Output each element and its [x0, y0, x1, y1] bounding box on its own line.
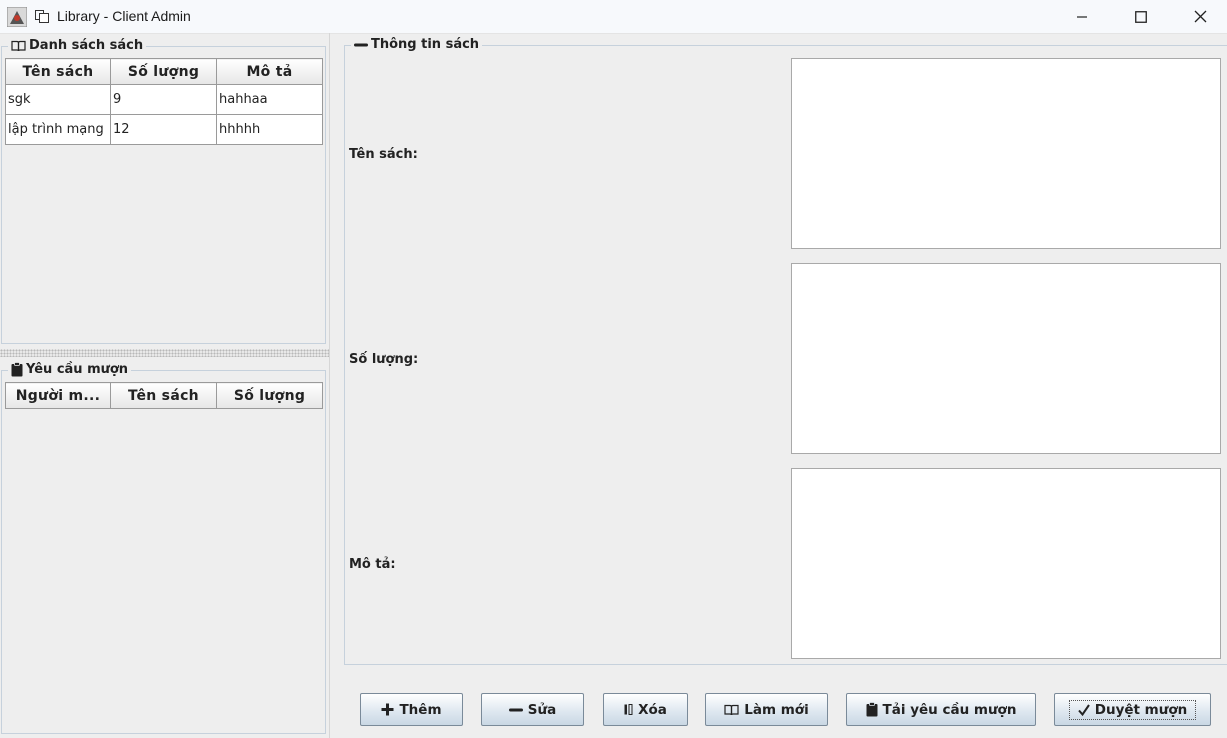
- column-header-so-luong[interactable]: Số lượng: [110, 58, 217, 85]
- minimize-button[interactable]: [1059, 0, 1105, 33]
- close-icon: [1194, 10, 1206, 23]
- requests-table-header: Người m... Tên sách Số lượng: [5, 382, 323, 409]
- delete-button[interactable]: Xóa: [603, 693, 688, 726]
- description-field[interactable]: [791, 468, 1221, 659]
- book-info-group-legend: Thông tin sách: [351, 37, 483, 52]
- table-cell[interactable]: hhhhh: [216, 114, 323, 145]
- refresh-button[interactable]: Làm mới: [705, 693, 828, 726]
- add-button[interactable]: Thêm: [360, 693, 463, 726]
- minus-icon: [508, 707, 523, 713]
- table-cell[interactable]: 9: [110, 84, 217, 115]
- books-group-legend: Danh sách sách: [8, 38, 147, 53]
- column-header-ten-sach[interactable]: Tên sách: [110, 382, 217, 409]
- approve-button-label: Duyệt mượn: [1094, 701, 1188, 718]
- requests-group: Yêu cầu mượn Người m... Tên sách Số lượn…: [1, 362, 326, 734]
- column-header-nguoi-muon[interactable]: Người m...: [5, 382, 111, 409]
- book-info-group-title: Thông tin sách: [371, 37, 480, 52]
- books-group-title: Danh sách sách: [29, 38, 144, 53]
- trash-icon: [624, 704, 633, 715]
- table-row[interactable]: sgk 9 hahhaa: [5, 84, 323, 115]
- edit-button-label: Sửa: [527, 701, 557, 718]
- book-icon: [724, 704, 739, 716]
- column-header-ten-sach[interactable]: Tên sách: [5, 58, 111, 85]
- table-row[interactable]: lập trình mạng 12 hhhhh: [5, 114, 323, 145]
- close-button[interactable]: [1177, 0, 1223, 33]
- window-icon: [35, 10, 49, 23]
- table-cell[interactable]: hahhaa: [216, 84, 323, 115]
- book-name-field[interactable]: [791, 58, 1221, 249]
- load-requests-button-label: Tải yêu cầu mượn: [882, 701, 1017, 718]
- clipboard-icon: [866, 702, 878, 717]
- minimize-icon: [1077, 15, 1087, 18]
- edit-button[interactable]: Sửa: [481, 693, 584, 726]
- table-cell[interactable]: lập trình mạng: [5, 114, 111, 145]
- description-label: Mô tả:: [349, 557, 396, 572]
- clipboard-icon: [11, 362, 23, 377]
- table-cell[interactable]: 12: [110, 114, 217, 145]
- window-title: Library - Client Admin: [57, 8, 191, 24]
- maximize-icon: [1135, 10, 1147, 23]
- quantity-label: Số lượng:: [349, 352, 419, 367]
- split-pane-divider[interactable]: [0, 349, 329, 357]
- app-icon: [7, 7, 27, 27]
- maximize-button[interactable]: [1118, 0, 1164, 33]
- approve-button[interactable]: Duyệt mượn: [1054, 693, 1211, 726]
- add-button-label: Thêm: [399, 701, 442, 718]
- requests-table: Người m... Tên sách Số lượng: [5, 382, 323, 409]
- pane-divider: [329, 33, 330, 738]
- column-header-so-luong[interactable]: Số lượng: [216, 382, 323, 409]
- quantity-field[interactable]: [791, 263, 1221, 454]
- plus-icon: [381, 703, 394, 716]
- requests-group-legend: Yêu cầu mượn: [8, 362, 132, 377]
- column-header-mo-ta[interactable]: Mô tả: [216, 58, 323, 85]
- left-pane: Danh sách sách Tên sách Số lượng Mô tả s…: [0, 33, 329, 738]
- delete-button-label: Xóa: [638, 701, 667, 718]
- table-cell[interactable]: sgk: [5, 84, 111, 115]
- title-bar: Library - Client Admin: [0, 0, 1227, 34]
- book-icon: [11, 40, 26, 51]
- book-name-label: Tên sách:: [349, 147, 418, 162]
- books-table-header: Tên sách Số lượng Mô tả: [5, 58, 323, 85]
- checkmark-icon: [1077, 703, 1090, 716]
- refresh-button-label: Làm mới: [744, 701, 809, 718]
- books-group: Danh sách sách Tên sách Số lượng Mô tả s…: [1, 38, 326, 344]
- books-table: Tên sách Số lượng Mô tả sgk 9 hahhaa lập…: [5, 58, 323, 145]
- minus-icon: [354, 43, 368, 46]
- focus-indicator: Duyệt mượn: [1068, 699, 1197, 720]
- load-requests-button[interactable]: Tải yêu cầu mượn: [846, 693, 1036, 726]
- requests-group-title: Yêu cầu mượn: [26, 362, 129, 377]
